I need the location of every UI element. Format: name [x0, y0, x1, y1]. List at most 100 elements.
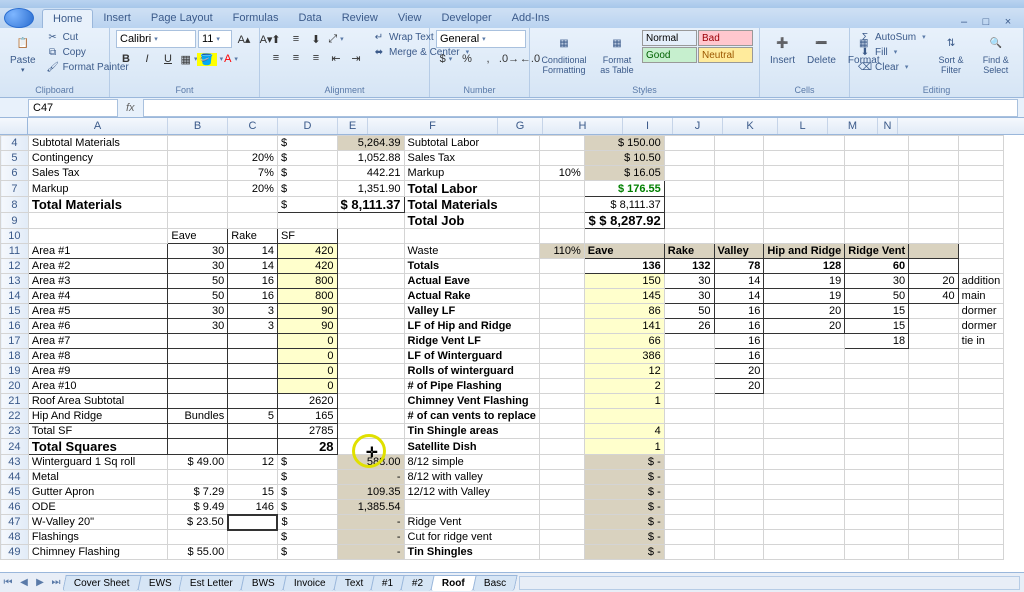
cell[interactable]: Flashings — [28, 530, 168, 545]
cell[interactable] — [539, 545, 584, 560]
office-button[interactable] — [4, 8, 34, 28]
cell[interactable] — [28, 213, 168, 229]
row-header[interactable]: 14 — [1, 289, 29, 304]
cell[interactable] — [909, 545, 959, 560]
cell[interactable]: Tin Shingle areas — [404, 424, 539, 439]
cell[interactable] — [958, 136, 1004, 151]
cell[interactable] — [539, 424, 584, 439]
ribbon-tab-view[interactable]: View — [388, 9, 432, 28]
cell[interactable] — [764, 136, 845, 151]
cell[interactable] — [909, 136, 959, 151]
cell[interactable]: $ 9.49 — [168, 500, 228, 515]
cell[interactable]: 14 — [714, 274, 764, 289]
cell[interactable]: - — [337, 530, 404, 545]
horizontal-scrollbar[interactable] — [519, 576, 1020, 590]
cell[interactable] — [714, 530, 764, 545]
cell[interactable] — [958, 166, 1004, 181]
cell[interactable]: Area #6 — [28, 319, 168, 334]
row-header[interactable]: 19 — [1, 364, 29, 379]
cell[interactable] — [337, 213, 404, 229]
cell[interactable] — [764, 485, 845, 500]
cell[interactable] — [228, 349, 278, 364]
cell[interactable]: $ - — [584, 455, 664, 470]
cell[interactable] — [909, 364, 959, 379]
cell[interactable] — [909, 213, 959, 229]
cell[interactable]: 3 — [228, 304, 278, 319]
cell[interactable]: 20% — [228, 181, 278, 197]
delete-cells-button[interactable]: ➖Delete — [803, 30, 840, 68]
cell[interactable] — [845, 530, 909, 545]
cell[interactable]: 16 — [714, 349, 764, 364]
align-center-button[interactable]: ≡ — [286, 49, 306, 67]
cell[interactable] — [909, 259, 959, 274]
cell[interactable]: 8/12 with valley — [404, 470, 539, 485]
cell[interactable] — [337, 259, 404, 274]
cell[interactable]: 7% — [228, 166, 278, 181]
cell[interactable]: 12 — [584, 364, 664, 379]
style-neutral[interactable]: Neutral — [698, 47, 753, 63]
sheet-tab-est-letter[interactable]: Est Letter — [179, 575, 245, 591]
maximize-button[interactable]: □ — [978, 16, 994, 28]
cell[interactable] — [845, 349, 909, 364]
cell[interactable]: $ 23.50 — [168, 515, 228, 530]
cell[interactable]: 66 — [584, 334, 664, 349]
column-header[interactable]: I — [623, 118, 673, 134]
ribbon-tab-page-layout[interactable]: Page Layout — [141, 9, 223, 28]
cell[interactable]: Eave — [168, 229, 228, 244]
cell[interactable] — [764, 334, 845, 349]
cell[interactable] — [958, 151, 1004, 166]
cell[interactable] — [845, 394, 909, 409]
cell[interactable]: Subtotal Materials — [28, 136, 168, 151]
sheet-tab-bws[interactable]: BWS — [240, 575, 286, 591]
cell[interactable] — [664, 530, 714, 545]
cell[interactable] — [228, 545, 278, 560]
cell[interactable]: 50 — [168, 274, 228, 289]
row-header[interactable]: 48 — [1, 530, 29, 545]
cell[interactable] — [539, 379, 584, 394]
row-header[interactable]: 21 — [1, 394, 29, 409]
cell[interactable] — [539, 530, 584, 545]
sheet-tab-roof[interactable]: Roof — [431, 575, 477, 591]
row-header[interactable]: 44 — [1, 470, 29, 485]
sheet-tab--1[interactable]: #1 — [370, 575, 405, 591]
cell[interactable]: 30 — [168, 304, 228, 319]
sheet-tab-invoice[interactable]: Invoice — [282, 575, 337, 591]
autosum-button[interactable]: ΣAutoSum — [856, 30, 928, 44]
cell[interactable] — [958, 213, 1004, 229]
cell[interactable]: 20 — [714, 364, 764, 379]
cell[interactable]: 4 — [584, 424, 664, 439]
cell[interactable] — [958, 409, 1004, 424]
cell[interactable]: Area #5 — [28, 304, 168, 319]
cell[interactable] — [168, 530, 228, 545]
align-top-button[interactable]: ⬆ — [266, 30, 286, 48]
cell[interactable]: Cut for ridge vent — [404, 530, 539, 545]
cell[interactable]: 20 — [909, 274, 959, 289]
formula-input[interactable] — [143, 99, 1018, 117]
cell[interactable]: 141 — [584, 319, 664, 334]
cell[interactable]: 420 — [277, 244, 337, 259]
cell[interactable] — [664, 470, 714, 485]
cell[interactable]: $ - — [584, 545, 664, 560]
cell[interactable] — [845, 197, 909, 213]
cell[interactable] — [404, 500, 539, 515]
cell[interactable]: LF of Hip and Ridge — [404, 319, 539, 334]
fx-icon[interactable]: fx — [118, 102, 143, 114]
column-header[interactable]: M — [828, 118, 878, 134]
cell[interactable] — [845, 515, 909, 530]
cell[interactable]: dormer — [958, 304, 1004, 319]
align-left-button[interactable]: ≡ — [266, 49, 286, 67]
cell[interactable]: Subtotal Labor — [404, 136, 539, 151]
cell[interactable] — [337, 439, 404, 455]
cell[interactable] — [764, 364, 845, 379]
cell[interactable]: 1 — [584, 394, 664, 409]
cell[interactable]: Actual Rake — [404, 289, 539, 304]
column-header[interactable]: G — [498, 118, 543, 134]
cell[interactable]: $ — [277, 136, 337, 151]
cell[interactable]: Rolls of winterguard — [404, 364, 539, 379]
cell[interactable]: # of can vents to replace — [404, 409, 539, 424]
ribbon-tab-insert[interactable]: Insert — [93, 9, 141, 28]
sheet-tab-basc[interactable]: Basc — [472, 575, 518, 591]
cell[interactable]: $ 150.00 — [584, 136, 664, 151]
cell[interactable] — [228, 197, 278, 213]
cell[interactable] — [168, 349, 228, 364]
